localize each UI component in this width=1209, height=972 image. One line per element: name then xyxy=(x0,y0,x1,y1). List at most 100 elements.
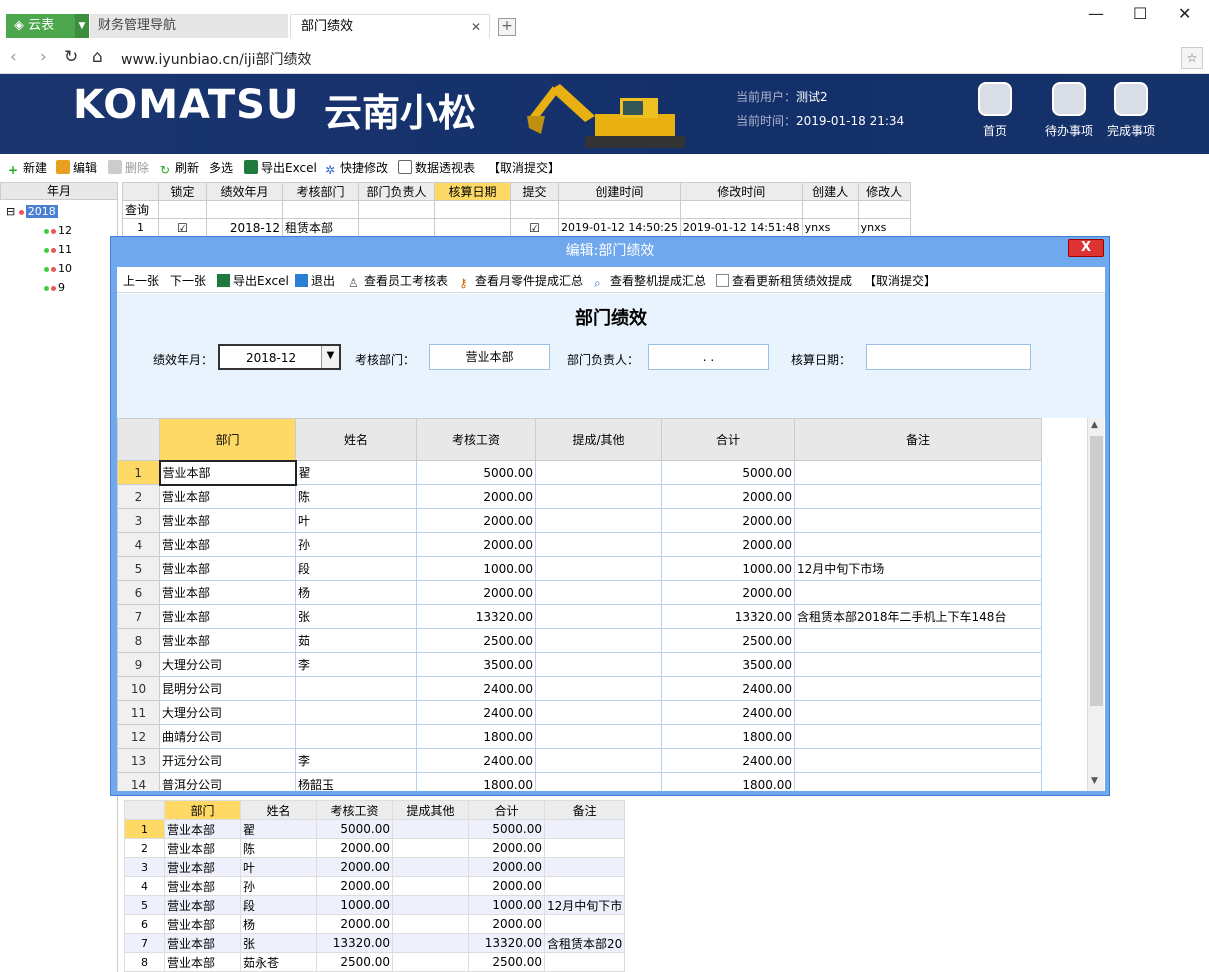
column-header[interactable]: 提成/其他 xyxy=(535,418,662,461)
cell-total[interactable]: 5000.00 xyxy=(468,819,545,839)
cell-total[interactable]: 2000.00 xyxy=(468,914,545,934)
head-field[interactable]: . . xyxy=(648,344,769,370)
cell-total[interactable]: 2500.00 xyxy=(468,952,545,972)
cell-salary[interactable]: 1000.00 xyxy=(416,556,536,581)
tree-node[interactable]: 12 xyxy=(44,224,72,237)
cell-note[interactable]: 含租赁本部20 xyxy=(543,933,626,953)
cell-salary[interactable]: 2000.00 xyxy=(416,484,536,509)
cell-other[interactable] xyxy=(535,724,662,749)
view-rental-commission-button[interactable]: 查看更新租赁绩效提成 xyxy=(716,272,852,289)
cell-salary[interactable]: 2000.00 xyxy=(316,857,393,877)
new-button[interactable]: + 新建 xyxy=(6,159,47,177)
column-header[interactable]: 修改人 xyxy=(857,182,911,201)
cell-total[interactable]: 5000.00 xyxy=(661,460,795,485)
cell-other[interactable] xyxy=(392,914,469,934)
table-row[interactable]: 4 营业本部孙 2000.00 2000.00 xyxy=(117,532,1042,557)
cell-note[interactable] xyxy=(794,676,1042,701)
cell-dept[interactable]: 营业本部 xyxy=(159,484,296,509)
cell-note[interactable] xyxy=(543,838,626,858)
cell-salary[interactable]: 13320.00 xyxy=(316,933,393,953)
cell-dept[interactable]: 普洱分公司 xyxy=(159,772,296,791)
table-row[interactable]: 8 营业本部 茹永苍 2500.00 2500.00 xyxy=(124,952,626,972)
cell-dept[interactable]: 营业本部 xyxy=(159,604,296,629)
cell-other[interactable] xyxy=(535,628,662,653)
cell-total[interactable]: 2000.00 xyxy=(468,857,545,877)
column-header[interactable]: 姓名 xyxy=(295,418,417,461)
cell-other[interactable] xyxy=(535,772,662,791)
cell-name[interactable]: 孙 xyxy=(240,876,317,896)
cell-note[interactable] xyxy=(543,914,626,934)
refresh-icon[interactable]: ↻ xyxy=(64,47,78,67)
back-icon[interactable]: ‹ xyxy=(10,47,17,67)
column-header[interactable]: 部门负责人 xyxy=(358,182,435,201)
cell-other[interactable] xyxy=(535,652,662,677)
cell-note[interactable]: 含租赁本部2018年二手机上下车148台 xyxy=(794,604,1042,629)
cell-salary[interactable]: 5000.00 xyxy=(316,819,393,839)
cell-salary[interactable]: 2400.00 xyxy=(416,676,536,701)
cell-salary[interactable]: 1800.00 xyxy=(416,724,536,749)
cell-note[interactable] xyxy=(794,724,1042,749)
cell-note[interactable]: 12月中旬下市场 xyxy=(794,556,1042,581)
cell-other[interactable] xyxy=(392,857,469,877)
cell-dept[interactable]: 营业本部 xyxy=(164,819,241,839)
chevron-down-icon[interactable]: ▼ xyxy=(321,346,339,368)
cell-salary[interactable]: 2000.00 xyxy=(416,508,536,533)
table-row[interactable]: 13 开远分公司李 2400.00 2400.00 xyxy=(117,748,1042,773)
cell-name[interactable]: 叶 xyxy=(240,857,317,877)
minimize-icon[interactable]: — xyxy=(1088,4,1104,23)
cell-salary[interactable]: 2000.00 xyxy=(416,532,536,557)
cell-total[interactable]: 2000.00 xyxy=(661,484,795,509)
cell-total[interactable]: 2400.00 xyxy=(661,748,795,773)
tree-node[interactable]: 9 xyxy=(44,281,65,294)
cell-dept[interactable]: 营业本部 xyxy=(164,895,241,915)
table-row[interactable]: 1 营业本部翟 5000.00 5000.00 xyxy=(117,459,1042,486)
cell-name[interactable]: 茹 xyxy=(295,628,417,653)
column-header[interactable]: 修改时间 xyxy=(679,182,803,201)
cell-dept[interactable]: 曲靖分公司 xyxy=(159,724,296,749)
cell-note[interactable] xyxy=(794,700,1042,725)
cell-other[interactable] xyxy=(392,819,469,839)
column-header[interactable]: 核算日期 xyxy=(434,182,511,201)
cell-name[interactable] xyxy=(295,676,417,701)
column-header[interactable]: 提成其他 xyxy=(392,800,469,820)
delete-button[interactable]: 删除 xyxy=(108,159,149,176)
cell-dept[interactable]: 营业本部 xyxy=(164,857,241,877)
column-header[interactable]: 考核工资 xyxy=(416,418,536,461)
cell-other[interactable] xyxy=(535,508,662,533)
cell-dept[interactable]: 营业本部 xyxy=(164,933,241,953)
table-row[interactable]: 9 大理分公司李 3500.00 3500.00 xyxy=(117,652,1042,677)
column-header[interactable]: 合计 xyxy=(661,418,795,461)
table-row[interactable]: 11 大理分公司 2400.00 2400.00 xyxy=(117,700,1042,725)
table-row[interactable]: 4 营业本部孙 2000.00 2000.00 xyxy=(124,876,626,896)
cell-total[interactable]: 1000.00 xyxy=(468,895,545,915)
cell-note[interactable] xyxy=(794,748,1042,773)
date-field[interactable] xyxy=(866,344,1031,370)
cell-salary[interactable]: 2500.00 xyxy=(416,628,536,653)
column-header[interactable]: 创建时间 xyxy=(558,182,681,201)
cell-salary[interactable]: 1000.00 xyxy=(316,895,393,915)
cell-dept[interactable]: 营业本部 xyxy=(164,876,241,896)
dept-field[interactable]: 营业本部 xyxy=(429,344,550,370)
chevron-down-icon[interactable]: ▼ xyxy=(75,14,89,38)
cell-name[interactable]: 翟 xyxy=(240,819,317,839)
cell-name[interactable]: 张 xyxy=(240,933,317,953)
view-parts-commission-button[interactable]: ⚷ 查看月零件提成汇总 xyxy=(459,272,583,290)
maximize-icon[interactable]: ☐ xyxy=(1133,4,1147,23)
vertical-scrollbar[interactable]: ▲ ▼ xyxy=(1087,418,1104,791)
cell-salary[interactable]: 1800.00 xyxy=(416,772,536,791)
cell-other[interactable] xyxy=(392,838,469,858)
cell-note[interactable] xyxy=(794,484,1042,509)
cell-other[interactable] xyxy=(535,484,662,509)
cell-total[interactable]: 1000.00 xyxy=(661,556,795,581)
table-row[interactable]: 3 营业本部叶 2000.00 2000.00 xyxy=(124,857,626,877)
table-row[interactable]: 2 营业本部陈 2000.00 2000.00 xyxy=(124,838,626,858)
cell-name[interactable] xyxy=(295,700,417,725)
edit-button[interactable]: 编辑 xyxy=(56,159,97,176)
cell-other[interactable] xyxy=(392,952,469,972)
scroll-up-icon[interactable]: ▲ xyxy=(1091,420,1098,430)
cell-name[interactable]: 杨韶玉 xyxy=(295,772,417,791)
cell-name[interactable]: 杨 xyxy=(240,914,317,934)
done-button[interactable]: 完成事项 xyxy=(1096,82,1166,139)
cell-other[interactable] xyxy=(535,748,662,773)
export-excel-button[interactable]: 导出Excel xyxy=(217,272,289,289)
